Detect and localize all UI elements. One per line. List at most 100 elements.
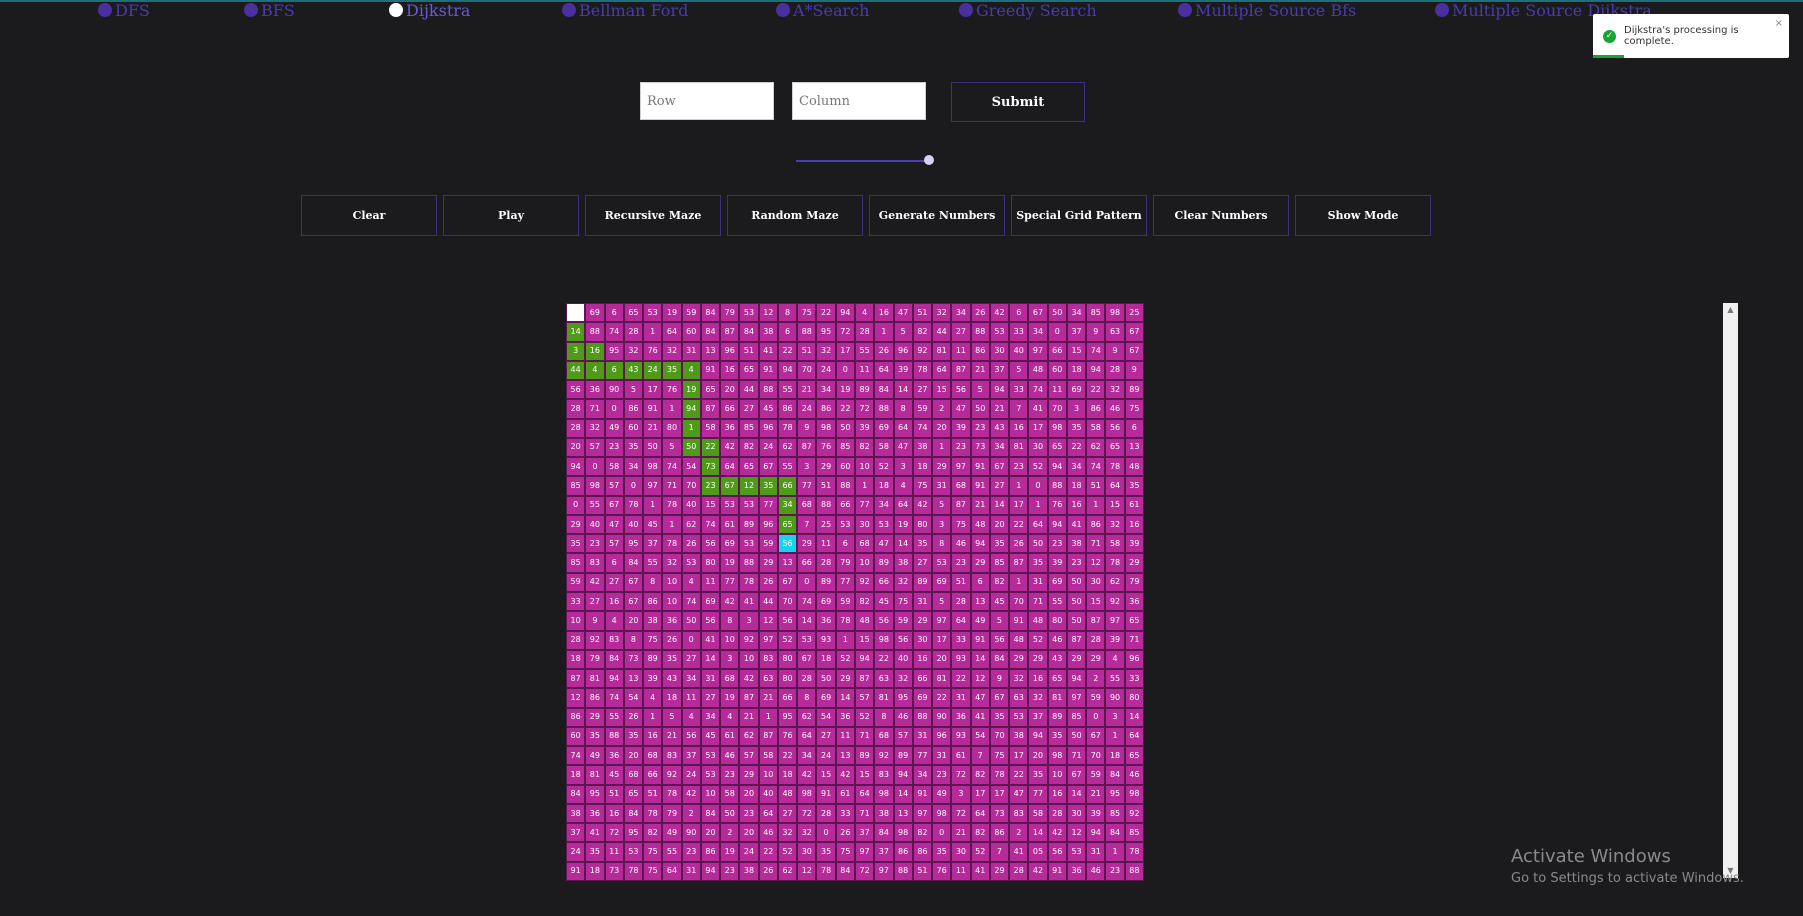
grid-cell[interactable]: 88 (835, 476, 855, 496)
grid-cell[interactable]: 35 (1124, 476, 1144, 496)
grid-cell[interactable]: 64 (662, 861, 682, 881)
grid-cell[interactable]: 23 (970, 418, 990, 438)
speed-slider-handle[interactable] (924, 155, 934, 165)
grid-cell[interactable]: 22 (951, 669, 971, 689)
grid-cell[interactable]: 36 (585, 803, 605, 824)
grid-cell[interactable]: 39 (854, 418, 875, 438)
grid-cell[interactable]: 75 (1124, 399, 1144, 419)
path-cell[interactable]: 16 (585, 341, 605, 361)
grid-cell[interactable]: 17 (643, 380, 663, 400)
grid-cell[interactable]: 11 (951, 861, 971, 881)
grid-cell[interactable]: 51 (797, 341, 817, 361)
grid-cell[interactable]: 72 (797, 803, 817, 824)
grid-cell[interactable]: 65 (1124, 746, 1144, 766)
grid-cell[interactable]: 19 (662, 303, 682, 323)
grid-cell[interactable]: 3 (951, 784, 971, 804)
grid-cell[interactable]: 38 (758, 322, 778, 342)
grid-cell[interactable]: 28 (951, 591, 971, 612)
grid-cell[interactable]: 58 (720, 784, 740, 804)
grid-cell[interactable]: 46 (1124, 765, 1144, 785)
grid-cell[interactable]: 33 (1009, 380, 1029, 400)
grid-cell[interactable]: 62 (777, 861, 798, 881)
grid-cell[interactable]: 64 (970, 803, 990, 824)
grid-cell[interactable]: 31 (951, 688, 971, 708)
grid-cell[interactable]: 47 (893, 303, 913, 323)
grid-cell[interactable]: 53 (700, 746, 721, 766)
grid-cell[interactable]: 86 (643, 591, 663, 612)
grid-cell[interactable]: 86 (566, 707, 586, 727)
grid-cell[interactable]: 38 (566, 803, 586, 824)
grid-cell[interactable]: 12 (797, 861, 817, 881)
grid-cell[interactable]: 67 (797, 649, 817, 670)
path-cell[interactable]: 73 (700, 457, 721, 477)
grid-cell[interactable]: 65 (739, 457, 759, 477)
grid-cell[interactable]: 20 (932, 418, 952, 438)
grid-cell[interactable]: 61 (1124, 495, 1144, 515)
grid-cell[interactable]: 69 (816, 688, 836, 708)
grid-cell[interactable]: 79 (585, 649, 605, 670)
path-cell[interactable]: 4 (585, 360, 605, 381)
grid-cell[interactable]: 21 (970, 360, 990, 381)
grid-cell[interactable]: 26 (758, 861, 778, 881)
grid-cell[interactable]: 61 (951, 746, 971, 766)
grid-cell[interactable]: 41 (970, 861, 990, 881)
grid-cell[interactable]: 88 (874, 399, 894, 419)
grid-cell[interactable]: 38 (1009, 726, 1029, 747)
grid-cell[interactable]: 14 (893, 784, 913, 804)
grid-cell[interactable]: 5 (662, 437, 682, 458)
grid-cell[interactable]: 82 (854, 591, 875, 612)
grid-cell[interactable]: 94 (854, 649, 875, 670)
grid-cell[interactable]: 69 (700, 591, 721, 612)
grid-cell[interactable]: 83 (1009, 803, 1029, 824)
grid-cell[interactable]: 5 (893, 322, 913, 342)
grid-cell[interactable]: 32 (893, 669, 913, 689)
grid-cell[interactable]: 40 (893, 649, 913, 670)
grid-cell[interactable]: 38 (912, 437, 933, 458)
grid-cell[interactable]: 48 (1028, 360, 1048, 381)
radio-dot-icon[interactable] (959, 3, 973, 17)
grid-cell[interactable]: 42 (681, 784, 701, 804)
grid-cell[interactable]: 43 (662, 669, 682, 689)
grid-cell[interactable]: 75 (643, 861, 663, 881)
grid-cell[interactable]: 2 (720, 823, 740, 843)
grid-cell[interactable]: 68 (854, 534, 875, 554)
grid-cell[interactable]: 4 (893, 476, 913, 496)
grid-cell[interactable]: 21 (758, 688, 778, 708)
grid-cell[interactable]: 49 (662, 823, 682, 843)
grid-cell[interactable]: 54 (681, 457, 701, 477)
grid-cell[interactable]: 32 (662, 553, 682, 573)
grid-cell[interactable]: 86 (989, 823, 1010, 843)
grid-cell[interactable]: 0 (835, 360, 855, 381)
grid-cell[interactable]: 48 (1009, 630, 1029, 650)
grid-cell[interactable]: 27 (816, 726, 836, 747)
grid-cell[interactable]: 35 (623, 726, 644, 747)
grid-cell[interactable]: 16 (1047, 784, 1067, 804)
grid-cell[interactable]: 11 (604, 842, 624, 862)
grid-cell[interactable]: 28 (1009, 861, 1029, 881)
grid-cell[interactable]: 13 (970, 591, 990, 612)
grid-cell[interactable]: 27 (777, 803, 798, 824)
grid-cell[interactable]: 91 (970, 457, 990, 477)
grid-cell[interactable]: 4 (643, 688, 663, 708)
grid-cell[interactable]: 16 (643, 726, 663, 747)
grid-cell[interactable]: 31 (681, 341, 701, 361)
grid-cell[interactable]: 29 (816, 457, 836, 477)
grid-cell[interactable]: 36 (835, 707, 855, 727)
grid-cell[interactable]: 67 (623, 572, 644, 592)
grid-cell[interactable]: 19 (893, 514, 913, 535)
grid-cell[interactable]: 7 (989, 842, 1010, 862)
grid-cell[interactable]: 81 (932, 341, 952, 361)
grid-cell[interactable]: 32 (623, 341, 644, 361)
grid-cell[interactable]: 20 (1028, 746, 1048, 766)
grid-cell[interactable]: 35 (1066, 418, 1087, 438)
grid-cell[interactable]: 78 (739, 572, 759, 592)
grid-cell[interactable]: 59 (912, 399, 933, 419)
grid-cell[interactable]: 97 (1105, 611, 1125, 631)
grid-cell[interactable]: 30 (951, 842, 971, 862)
grid-cell[interactable]: 58 (1086, 418, 1106, 438)
speed-slider-track[interactable] (796, 160, 930, 162)
grid-cell[interactable]: 34 (816, 380, 836, 400)
grid-cell[interactable]: 62 (777, 437, 798, 458)
grid-cell[interactable]: 12 (758, 611, 778, 631)
grid-cell[interactable]: 63 (874, 669, 894, 689)
